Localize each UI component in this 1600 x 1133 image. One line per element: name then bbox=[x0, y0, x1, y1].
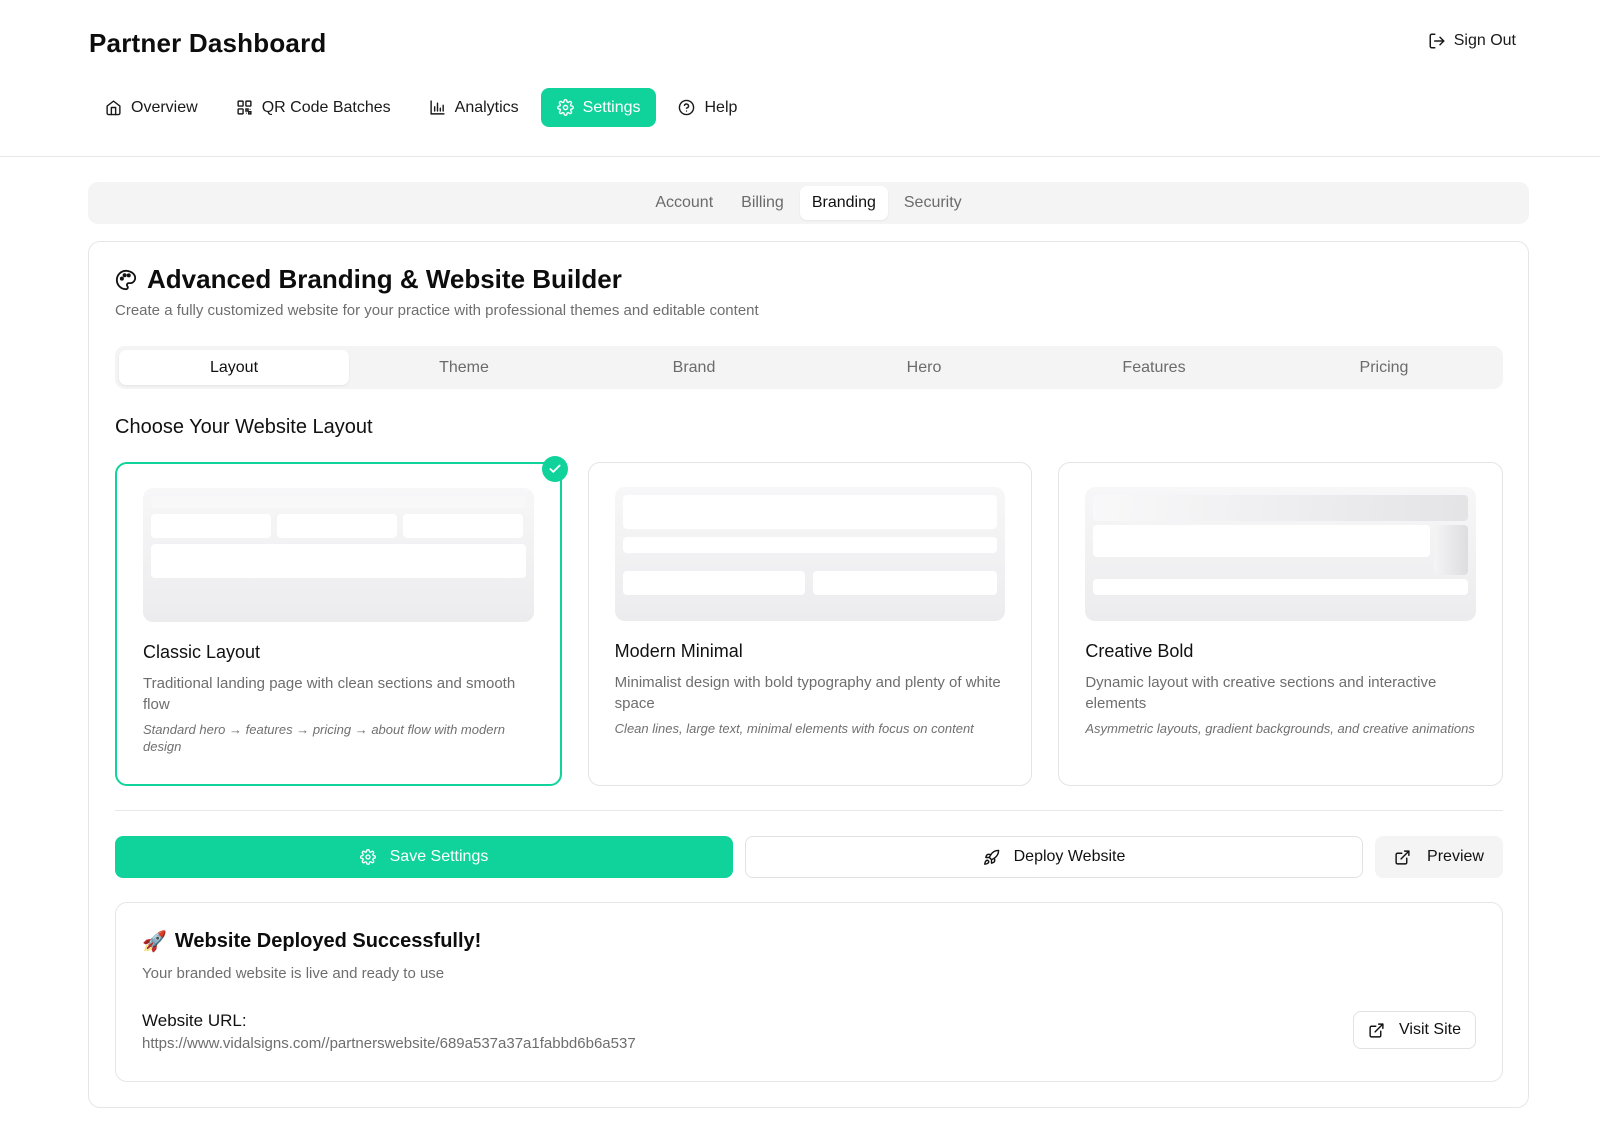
sign-out-icon bbox=[1428, 32, 1446, 50]
layout-preview-creative bbox=[1085, 487, 1477, 621]
qr-code-icon bbox=[236, 99, 253, 116]
app-title: Partner Dashboard bbox=[89, 28, 327, 58]
preview-block bbox=[151, 496, 526, 508]
layout-options: Classic Layout Traditional landing page … bbox=[115, 456, 1504, 786]
branding-subtitle: Create a fully customized website for yo… bbox=[115, 302, 759, 319]
branding-title: Advanced Branding & Website Builder bbox=[115, 264, 622, 295]
layout-note: Clean lines, large text, minimal element… bbox=[614, 721, 974, 736]
nav-analytics-label: Analytics bbox=[454, 98, 519, 116]
tab-pricing[interactable]: Pricing bbox=[1269, 350, 1499, 385]
website-url-label: Website URL: bbox=[142, 1011, 247, 1030]
deploy-website-button[interactable]: Deploy Website bbox=[745, 836, 1363, 878]
deployment-title: 🚀 Website Deployed Successfully! bbox=[142, 929, 481, 954]
preview-block bbox=[812, 571, 998, 595]
layout-name: Creative Bold bbox=[1085, 641, 1194, 661]
preview-block bbox=[1434, 525, 1469, 575]
preview-block bbox=[151, 544, 526, 578]
layout-name: Modern Minimal bbox=[614, 641, 743, 661]
nav-settings[interactable]: Settings bbox=[540, 88, 657, 127]
help-circle-icon bbox=[678, 99, 695, 116]
gear-icon bbox=[556, 99, 574, 116]
bar-chart-icon bbox=[429, 99, 446, 116]
header: Partner Dashboard Sign Out Overview QR C… bbox=[0, 0, 1600, 157]
tab-hero[interactable]: Hero bbox=[809, 350, 1039, 385]
website-url-value: https://www.vidalsigns.com//partnerswebs… bbox=[142, 1035, 636, 1052]
layout-description: Minimalist design with bold typography a… bbox=[614, 674, 1001, 712]
preview-label: Preview bbox=[1427, 848, 1484, 865]
save-settings-label: Save Settings bbox=[389, 848, 489, 865]
tab-layout[interactable]: Layout bbox=[119, 350, 349, 385]
external-link-icon bbox=[1394, 849, 1411, 866]
layout-card-modern-minimal[interactable]: Modern Minimal Minimalist design with bo… bbox=[587, 462, 1033, 786]
visit-site-label: Visit Site bbox=[1399, 1021, 1461, 1038]
section-title: Choose Your Website Layout bbox=[115, 416, 373, 438]
layout-preview-modern bbox=[614, 487, 1006, 621]
sign-out-label: Sign Out bbox=[1453, 32, 1516, 49]
tab-theme[interactable]: Theme bbox=[349, 350, 579, 385]
tab-brand[interactable]: Brand bbox=[579, 350, 809, 385]
home-icon bbox=[105, 99, 122, 116]
gear-icon bbox=[359, 849, 376, 865]
nav-qr-code-batches-label: QR Code Batches bbox=[261, 98, 391, 116]
tab-branding[interactable]: Branding bbox=[799, 186, 888, 220]
preview-block bbox=[622, 571, 805, 595]
preview-block bbox=[403, 514, 523, 538]
branding-title-text: Advanced Branding & Website Builder bbox=[147, 264, 622, 294]
branding-card: Advanced Branding & Website Builder Crea… bbox=[88, 241, 1529, 1108]
layout-description: Dynamic layout with creative sections an… bbox=[1085, 674, 1437, 712]
tab-account[interactable]: Account bbox=[643, 186, 725, 220]
layout-card-classic[interactable]: Classic Layout Traditional landing page … bbox=[115, 456, 568, 786]
action-bar: Save Settings Deploy Website Preview bbox=[115, 836, 1503, 878]
rocket-icon bbox=[983, 849, 1000, 866]
layout-card-creative-bold[interactable]: Creative Bold Dynamic layout with creati… bbox=[1058, 462, 1504, 786]
layout-description: Traditional landing page with clean sect… bbox=[143, 675, 516, 713]
preview-block bbox=[622, 537, 998, 553]
nav-help-label: Help bbox=[704, 98, 738, 116]
preview-block bbox=[277, 514, 397, 538]
sign-out-button[interactable]: Sign Out bbox=[1428, 32, 1516, 50]
deployment-success-panel: 🚀 Website Deployed Successfully! Your br… bbox=[115, 902, 1503, 1082]
preview-block bbox=[1093, 579, 1469, 595]
preview-block bbox=[622, 495, 998, 529]
external-link-icon bbox=[1368, 1022, 1385, 1039]
preview-block bbox=[1093, 495, 1469, 521]
tab-security[interactable]: Security bbox=[892, 186, 974, 220]
deployment-title-text: Website Deployed Successfully! bbox=[174, 930, 482, 952]
preview-block bbox=[1093, 525, 1431, 557]
nav-overview[interactable]: Overview bbox=[89, 88, 214, 127]
divider bbox=[115, 810, 1503, 811]
check-icon bbox=[541, 456, 568, 482]
deployment-subtitle: Your branded website is live and ready t… bbox=[142, 965, 445, 982]
tab-features[interactable]: Features bbox=[1039, 350, 1269, 385]
deploy-website-label: Deploy Website bbox=[1013, 848, 1126, 865]
nav-settings-label: Settings bbox=[582, 98, 641, 116]
builder-tabs: Layout Theme Brand Hero Features Pricing bbox=[115, 346, 1503, 389]
rocket-emoji-icon: 🚀 bbox=[142, 931, 167, 953]
nav-analytics[interactable]: Analytics bbox=[413, 88, 535, 127]
preview-block bbox=[151, 514, 271, 538]
nav-help[interactable]: Help bbox=[662, 88, 753, 127]
layout-note: Standard hero → features → pricing → abo… bbox=[143, 722, 506, 754]
layout-name: Classic Layout bbox=[143, 642, 261, 662]
layout-preview-classic bbox=[143, 488, 534, 622]
nav-overview-label: Overview bbox=[131, 98, 198, 116]
visit-site-button[interactable]: Visit Site bbox=[1353, 1011, 1476, 1049]
preview-button[interactable]: Preview bbox=[1375, 836, 1503, 878]
main-nav: Overview QR Code Batches Analytics Setti… bbox=[89, 88, 753, 127]
settings-tabs: Account Billing Branding Security bbox=[88, 182, 1529, 224]
layout-note: Asymmetric layouts, gradient backgrounds… bbox=[1085, 721, 1475, 736]
tab-billing[interactable]: Billing bbox=[729, 186, 796, 220]
palette-icon bbox=[115, 269, 137, 291]
nav-qr-code-batches[interactable]: QR Code Batches bbox=[220, 88, 407, 127]
save-settings-button[interactable]: Save Settings bbox=[115, 836, 733, 878]
